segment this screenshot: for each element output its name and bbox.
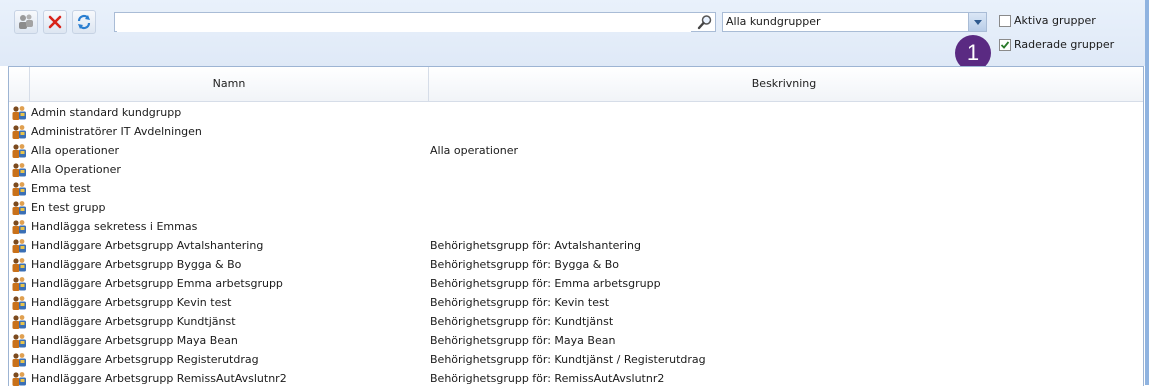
table-row[interactable]: Handläggare Arbetsgrupp Avtalshantering B…: [9, 237, 1143, 256]
row-description: Behörighetsgrupp för: Kundtjänst: [430, 315, 614, 328]
active-groups-checkbox[interactable]: [999, 15, 1011, 27]
row-name: Handläggare Arbetsgrupp Kundtjänst: [31, 315, 236, 328]
table-row[interactable]: Alla operationer Alla operationer: [9, 142, 1143, 161]
column-header-name[interactable]: Namn: [30, 67, 428, 101]
chevron-down-icon: [973, 19, 982, 25]
group-settings-button[interactable]: [14, 10, 38, 34]
user-group-icon: [11, 371, 27, 386]
window-edge: [1145, 0, 1149, 385]
checkmark-icon: [1000, 41, 1010, 49]
row-description: Behörighetsgrupp för: Maya Bean: [430, 334, 616, 347]
user-group-icon: [11, 257, 27, 273]
user-group-icon: [11, 314, 27, 330]
table-row[interactable]: Handläggare Arbetsgrupp Kundtjänst Behöri…: [9, 313, 1143, 332]
table-row[interactable]: Handläggare Arbetsgrupp Emma arbetsgrupp…: [9, 275, 1143, 294]
row-name: Handläggare Arbetsgrupp Maya Bean: [31, 334, 238, 347]
user-group-icon: [11, 352, 27, 368]
table-row[interactable]: Administratörer IT Avdelningen: [9, 123, 1143, 142]
row-name: Handläggare Arbetsgrupp Avtalshantering: [31, 239, 264, 252]
user-group-icon: [11, 238, 27, 254]
filter-selected-value: Alla kundgrupper: [726, 15, 821, 28]
user-group-icon: [11, 124, 27, 140]
user-group-icon: [11, 181, 27, 197]
refresh-icon: [77, 14, 91, 30]
row-name: Admin standard kundgrupp: [31, 106, 182, 119]
deleted-groups-checkbox[interactable]: [999, 39, 1011, 51]
column-header-description[interactable]: Beskrivning: [429, 67, 1139, 101]
row-name: Handläggare Arbetsgrupp Registerutdrag: [31, 353, 259, 366]
user-group-icon: [11, 105, 27, 121]
search-field[interactable]: [117, 14, 691, 32]
grid-rows: Admin standard kundgrupp Administratörer …: [9, 104, 1143, 386]
row-name: Alla Operationer: [31, 163, 121, 176]
row-name: Handlägga sekretess i Emmas: [31, 220, 198, 233]
search-icon[interactable]: [697, 14, 713, 30]
row-name: En test grupp: [31, 201, 106, 214]
user-group-icon: [11, 200, 27, 216]
group-icon: [19, 14, 33, 29]
row-description: Behörighetsgrupp för: Avtalshantering: [430, 239, 641, 252]
user-group-icon: [11, 162, 27, 178]
table-row[interactable]: Handläggare Arbetsgrupp RemissAutAvslutn…: [9, 370, 1143, 386]
user-group-icon: [11, 276, 27, 292]
dropdown-button[interactable]: [968, 13, 986, 31]
table-row[interactable]: Emma test: [9, 180, 1143, 199]
refresh-button[interactable]: [72, 10, 96, 34]
table-row[interactable]: Alla Operationer: [9, 161, 1143, 180]
customer-group-filter[interactable]: Alla kundgrupper: [722, 12, 987, 32]
table-row[interactable]: Handläggare Arbetsgrupp Registerutdrag Be…: [9, 351, 1143, 370]
grid-header: Namn Beskrivning: [9, 67, 1143, 102]
row-description: Alla operationer: [430, 144, 518, 157]
group-list-grid: Namn Beskrivning Admin standard kundgrup…: [8, 66, 1144, 386]
delete-button[interactable]: [43, 10, 67, 34]
row-name: Handläggare Arbetsgrupp Kevin test: [31, 296, 232, 309]
user-group-icon: [11, 333, 27, 349]
user-group-icon: [11, 295, 27, 311]
search-input[interactable]: [114, 12, 716, 32]
row-description: Behörighetsgrupp för: Bygga & Bo: [430, 258, 620, 271]
row-description: Behörighetsgrupp för: Kundtjänst / Regis…: [430, 353, 706, 366]
row-name: Emma test: [31, 182, 91, 195]
row-description: Behörighetsgrupp för: Emma arbetsgrupp: [430, 277, 661, 290]
table-row[interactable]: Handläggare Arbetsgrupp Maya Bean Behörig…: [9, 332, 1143, 351]
row-description: Behörighetsgrupp för: RemissAutAvslutnr2: [430, 372, 665, 385]
active-groups-label: Aktiva grupper: [1014, 14, 1096, 27]
table-row[interactable]: Handlägga sekretess i Emmas: [9, 218, 1143, 237]
row-name: Handläggare Arbetsgrupp Emma arbetsgrupp: [31, 277, 283, 290]
user-group-icon: [11, 219, 27, 235]
row-description: Behörighetsgrupp för: Kevin test: [430, 296, 610, 309]
table-row[interactable]: Handläggare Arbetsgrupp Bygga & Bo Behöri…: [9, 256, 1143, 275]
row-name: Administratörer IT Avdelningen: [31, 125, 202, 138]
user-group-icon: [11, 143, 27, 159]
table-row[interactable]: Handläggare Arbetsgrupp Kevin test Behöri…: [9, 294, 1143, 313]
row-name: Alla operationer: [31, 144, 119, 157]
table-row[interactable]: En test grupp: [9, 199, 1143, 218]
deleted-groups-label: Raderade grupper: [1014, 38, 1115, 51]
row-name: Handläggare Arbetsgrupp Bygga & Bo: [31, 258, 242, 271]
row-name: Handläggare Arbetsgrupp RemissAutAvslutn…: [31, 372, 287, 385]
table-row[interactable]: Admin standard kundgrupp: [9, 104, 1143, 123]
red-x-icon: [48, 15, 62, 29]
